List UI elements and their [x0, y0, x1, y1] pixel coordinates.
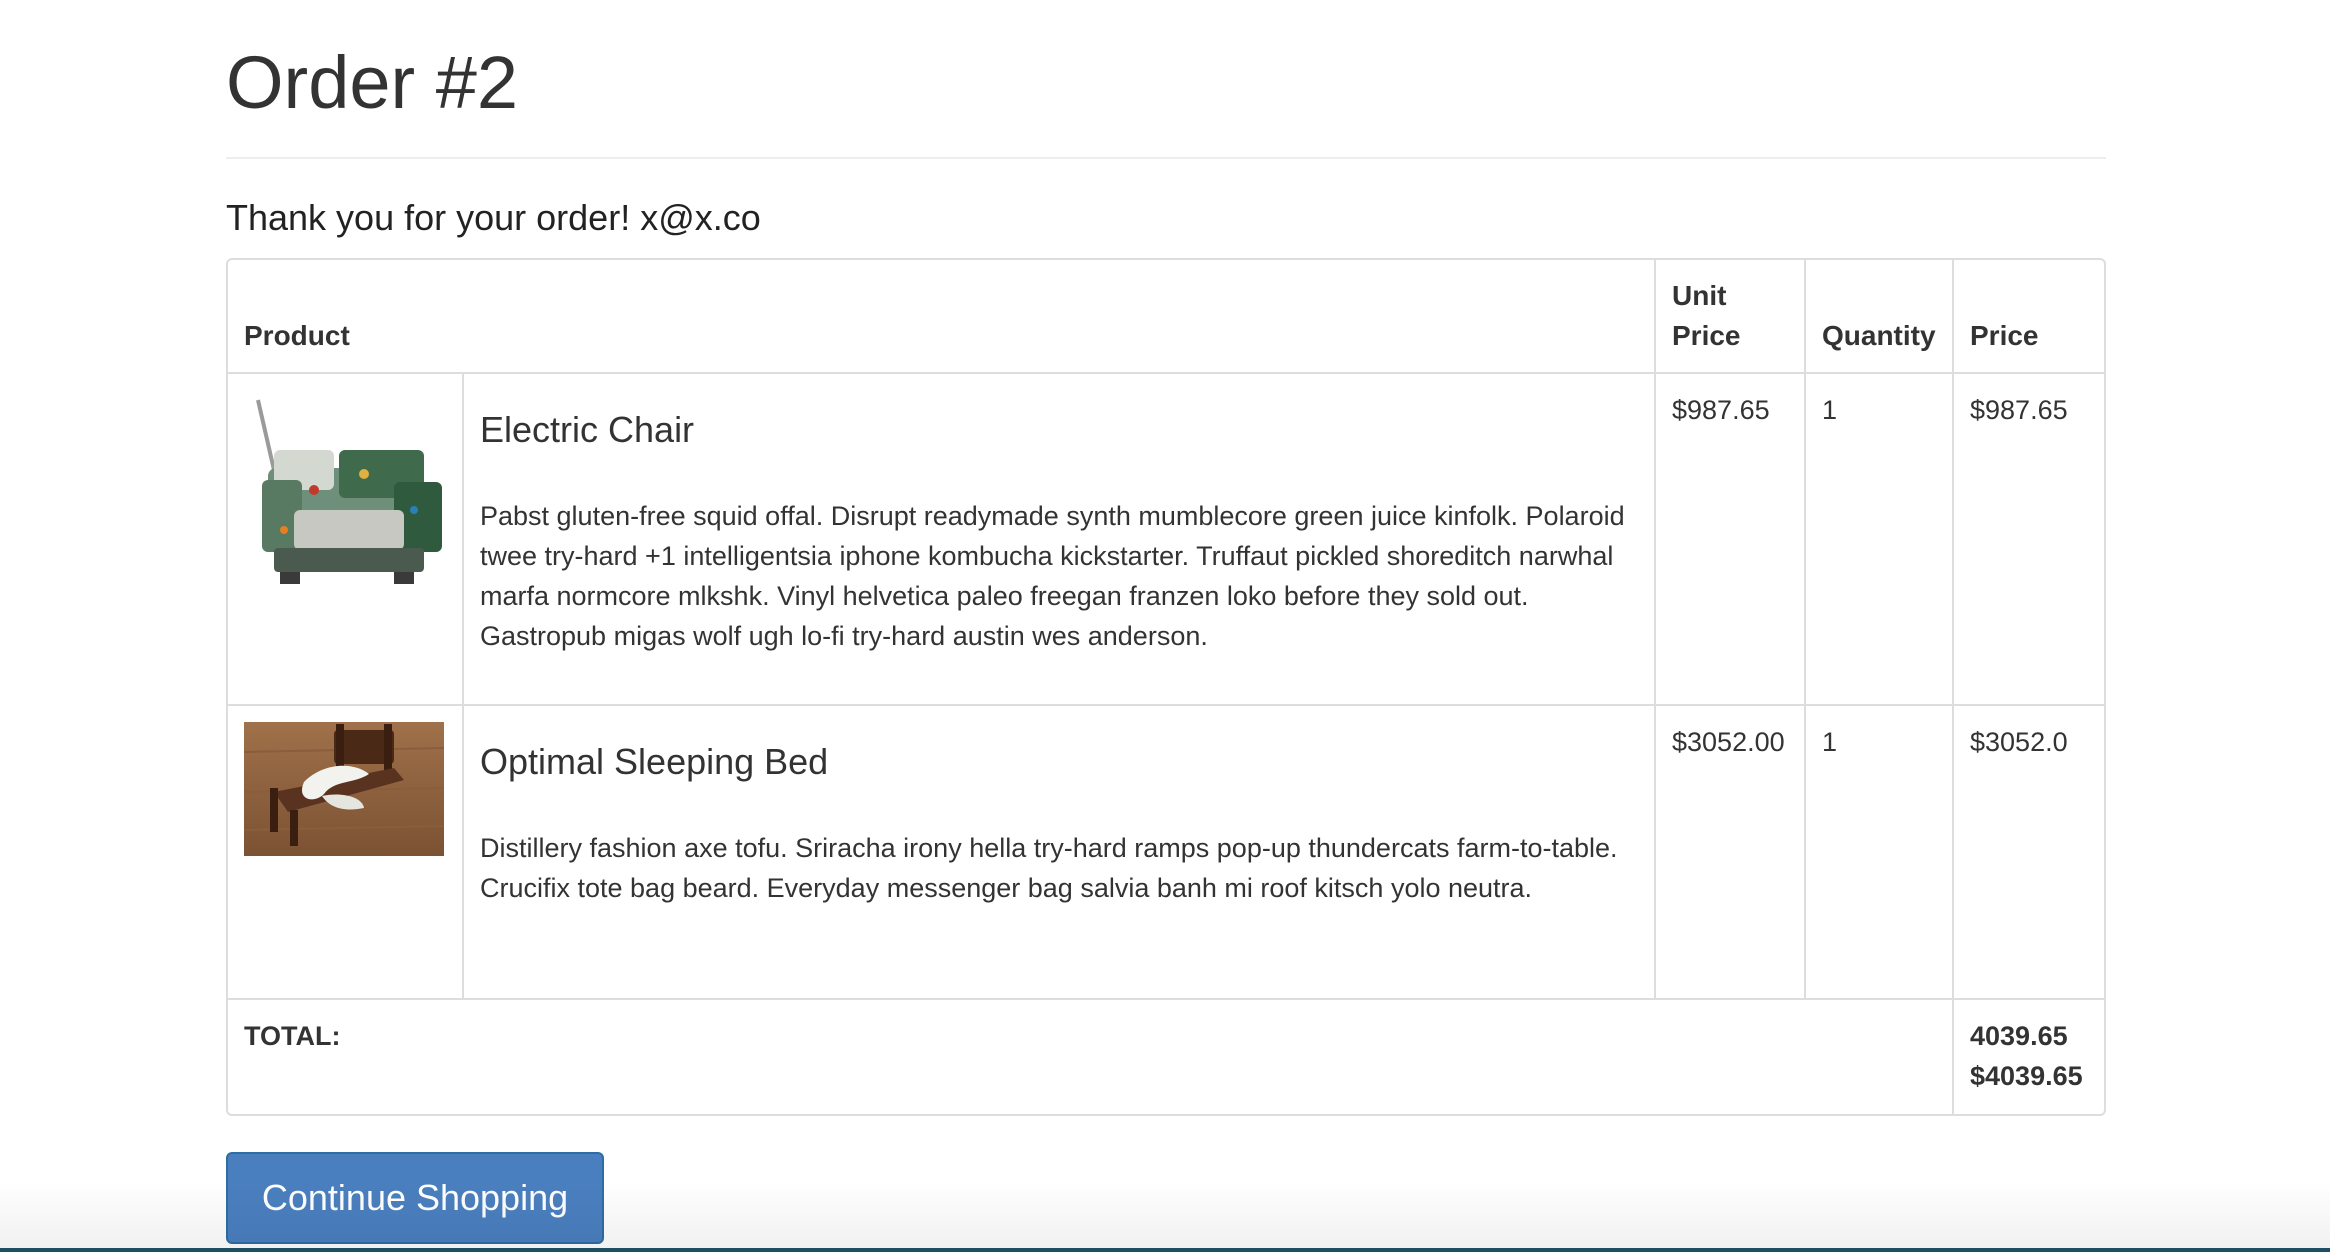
total-value-currency: $4039.65	[1970, 1061, 2083, 1091]
order-page: Order #2 Thank you for your order! x@x.c…	[0, 0, 2330, 1252]
order-table: Product Unit Price Quantity Price Electr…	[226, 258, 2106, 1116]
product-description: Pabst gluten-free squid offal. Disrupt r…	[480, 501, 1625, 651]
bottom-edge-bar	[0, 1248, 2330, 1252]
product-image-cell	[228, 374, 462, 706]
product-name: Optimal Sleeping Bed	[480, 741, 829, 782]
table-row: Electric Chair Pabst gluten-free squid o…	[228, 374, 2104, 706]
unit-price-cell: $3052.00	[1654, 706, 1804, 1000]
header-unit-price-line2: Price	[1672, 320, 1741, 351]
product-image-cell	[228, 706, 462, 1000]
price-cell: $3052.0	[1952, 706, 2104, 1000]
product-description: Distillery fashion axe tofu. Sriracha ir…	[480, 833, 1618, 903]
total-value-cell: 4039.65 $4039.65	[1952, 1000, 2104, 1114]
electric-chair-image	[244, 390, 444, 590]
price-cell: $987.65	[1952, 374, 2104, 706]
header-price: Price	[1952, 260, 2104, 374]
product-info-cell: Optimal Sleeping Bed Distillery fashion …	[462, 706, 1654, 1000]
quantity-cell: 1	[1804, 374, 1952, 706]
continue-shopping-button[interactable]: Continue Shopping	[226, 1152, 604, 1244]
total-label: TOTAL:	[244, 1021, 341, 1051]
total-value-plain: 4039.65	[1970, 1021, 2068, 1051]
table-header-row: Product Unit Price Quantity Price	[228, 260, 2104, 374]
quantity-cell: 1	[1804, 706, 1952, 1000]
unit-price-cell: $987.65	[1654, 374, 1804, 706]
header-quantity: Quantity	[1804, 260, 1952, 374]
page-header: Order #2	[226, 0, 2106, 159]
sleeping-bed-image	[244, 722, 444, 856]
header-unit-price-line1: Unit	[1672, 280, 1727, 311]
thank-you-message: Thank you for your order! x@x.co	[226, 197, 761, 238]
total-row: TOTAL: 4039.65 $4039.65	[228, 1000, 2104, 1114]
product-name: Electric Chair	[480, 409, 695, 450]
table-row: Optimal Sleeping Bed Distillery fashion …	[228, 706, 2104, 1000]
header-unit-price: Unit Price	[1654, 260, 1804, 374]
main-container: Order #2 Thank you for your order! x@x.c…	[226, 0, 2106, 1244]
product-info-cell: Electric Chair Pabst gluten-free squid o…	[462, 374, 1654, 706]
header-product: Product	[228, 260, 1654, 374]
page-title: Order #2	[226, 41, 519, 124]
